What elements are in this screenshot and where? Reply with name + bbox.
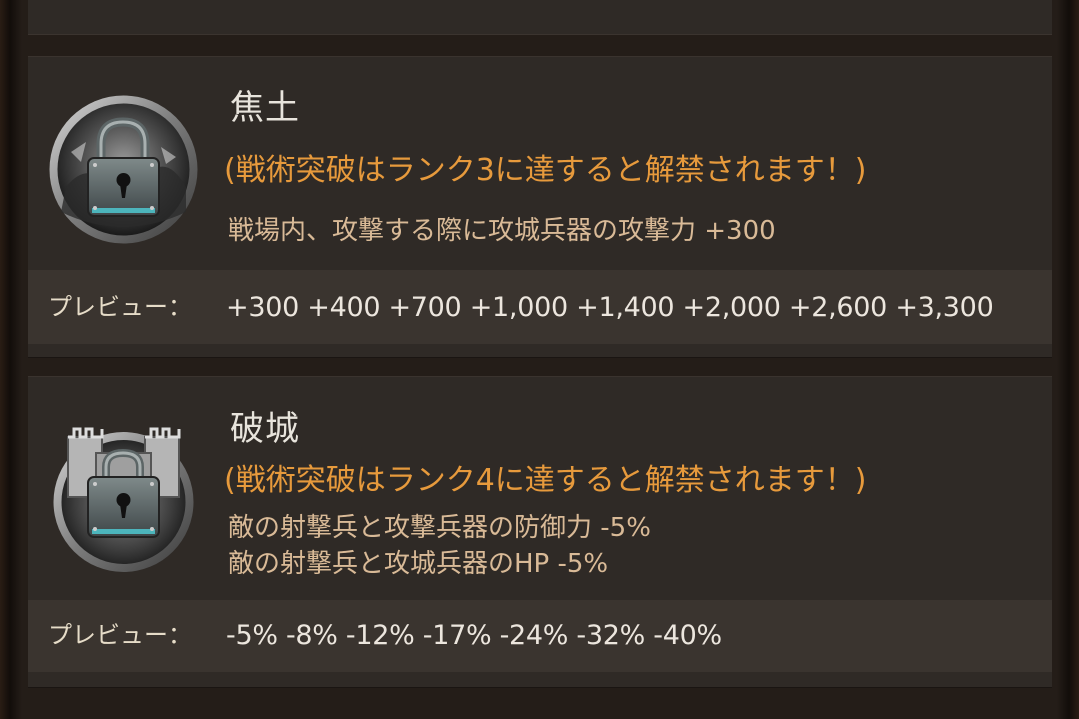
talent-effect: 敵の射撃兵と攻城兵器のHP -5% [228,549,609,579]
talent-effect: 敵の射撃兵と攻撃兵器の防御力 -5% [228,513,651,543]
locked-castle-icon[interactable] [46,417,201,572]
preview-values: +300 +400 +700 +1,000 +1,400 +2,000 +2,6… [226,292,994,323]
talent-effect: 戦場内、攻撃する際に攻城兵器の攻撃力 +300 [228,216,776,246]
preview-label: プレビュー： [48,293,192,321]
locked-scorched-earth-icon[interactable] [46,92,201,247]
talent-title: 破城 [230,409,300,449]
previous-card-edge [28,0,1052,35]
talent-title: 焦土 [230,88,300,128]
preview-values: -5% -8% -12% -17% -24% -32% -40% [226,620,722,651]
preview-label: プレビュー： [48,621,192,649]
preview-row: プレビュー： +300 +400 +700 +1,000 +1,400 +2,0… [28,270,1052,344]
unlock-condition: (戦術突破はランク3に達すると解禁されます！) [224,153,867,188]
talent-card-scorched-earth[interactable]: 焦土 (戦術突破はランク3に達すると解禁されます！) 戦場内、攻撃する際に攻城兵… [28,56,1052,358]
unlock-condition: (戦術突破はランク4に達すると解禁されます！) [224,463,867,498]
preview-row: プレビュー： -5% -8% -12% -17% -24% -32% -40% [28,600,1052,672]
talent-card-siege-breaker[interactable]: 破城 (戦術突破はランク4に達すると解禁されます！) 敵の射撃兵と攻撃兵器の防御… [28,376,1052,688]
